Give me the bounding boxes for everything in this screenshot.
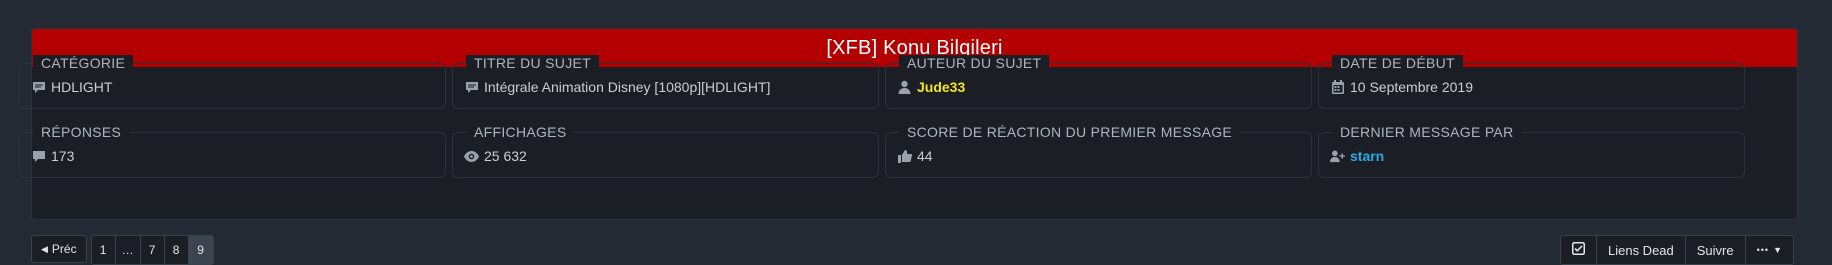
user-plus-icon	[1330, 149, 1345, 164]
more-dots-icon: •••	[1756, 245, 1770, 255]
more-options-button[interactable]: ••• ▼	[1746, 236, 1793, 264]
field-category: CATÉGORIE HDLIGHT	[19, 55, 446, 109]
field-label: SCORE DE RÉACTION DU PREMIER MESSAGE	[899, 124, 1241, 140]
reaction-score-value: 44	[917, 148, 933, 164]
select-checkbox-button[interactable]	[1561, 236, 1597, 264]
page-number-group: 1 … 7 8 9	[90, 235, 214, 265]
follow-button[interactable]: Suivre	[1686, 236, 1746, 264]
field-label: AFFICHAGES	[466, 124, 575, 140]
thread-info-grid: CATÉGORIE HDLIGHT TITRE DU SUJET Intégra…	[19, 55, 1745, 178]
thread-actions-bar: Liens Dead Suivre ••• ▼	[1559, 235, 1794, 265]
field-thread-title: TITRE DU SUJET Intégrale Animation Disne…	[452, 55, 879, 109]
eye-icon	[464, 149, 479, 164]
comment-icon	[31, 80, 46, 95]
page-link[interactable]: 8	[164, 236, 189, 264]
author-link[interactable]: Jude33	[917, 79, 965, 95]
dead-links-button[interactable]: Liens Dead	[1597, 236, 1686, 264]
field-last-post-by: DERNIER MESSAGE PAR starn	[1318, 124, 1745, 178]
field-label: RÉPONSES	[33, 124, 130, 140]
field-label: TITRE DU SUJET	[466, 55, 599, 71]
field-label: DATE DE DÉBUT	[1332, 55, 1463, 71]
user-icon	[897, 80, 912, 95]
pagination: ◀ Préc 1 … 7 8 9	[31, 235, 214, 265]
thumbs-up-icon	[897, 149, 912, 164]
comment-icon	[464, 80, 479, 95]
field-label: AUTEUR DU SUJET	[899, 55, 1050, 71]
category-link[interactable]: HDLIGHT	[51, 79, 112, 95]
field-label: DERNIER MESSAGE PAR	[1332, 124, 1522, 140]
prev-page-label: Préc	[51, 242, 77, 256]
chevron-left-icon: ◀	[41, 243, 48, 254]
page-link[interactable]: 7	[140, 236, 165, 264]
page-link[interactable]: 1	[91, 236, 116, 264]
check-square-icon	[1571, 242, 1585, 258]
field-views: AFFICHAGES 25 632	[452, 124, 879, 178]
thread-title-value: Intégrale Animation Disney [1080p][HDLIG…	[484, 79, 771, 95]
field-start-date: DATE DE DÉBUT 10 Septembre 2019	[1318, 55, 1745, 109]
caret-down-icon: ▼	[1773, 245, 1782, 255]
start-date-value: 10 Septembre 2019	[1350, 79, 1473, 95]
page-jump-ellipsis[interactable]: …	[115, 236, 141, 264]
field-label: CATÉGORIE	[33, 55, 134, 71]
field-replies: RÉPONSES 173	[19, 124, 446, 178]
last-poster-link[interactable]: starn	[1350, 148, 1384, 164]
comment-icon	[31, 149, 46, 164]
views-value: 25 632	[484, 148, 527, 164]
field-thread-author: AUTEUR DU SUJET Jude33	[885, 55, 1312, 109]
prev-page-button[interactable]: ◀ Préc	[31, 235, 87, 263]
replies-value: 173	[51, 148, 75, 164]
page-link-current[interactable]: 9	[188, 236, 213, 264]
calendar-icon	[1330, 80, 1345, 95]
field-first-post-reaction-score: SCORE DE RÉACTION DU PREMIER MESSAGE 44	[885, 124, 1312, 178]
